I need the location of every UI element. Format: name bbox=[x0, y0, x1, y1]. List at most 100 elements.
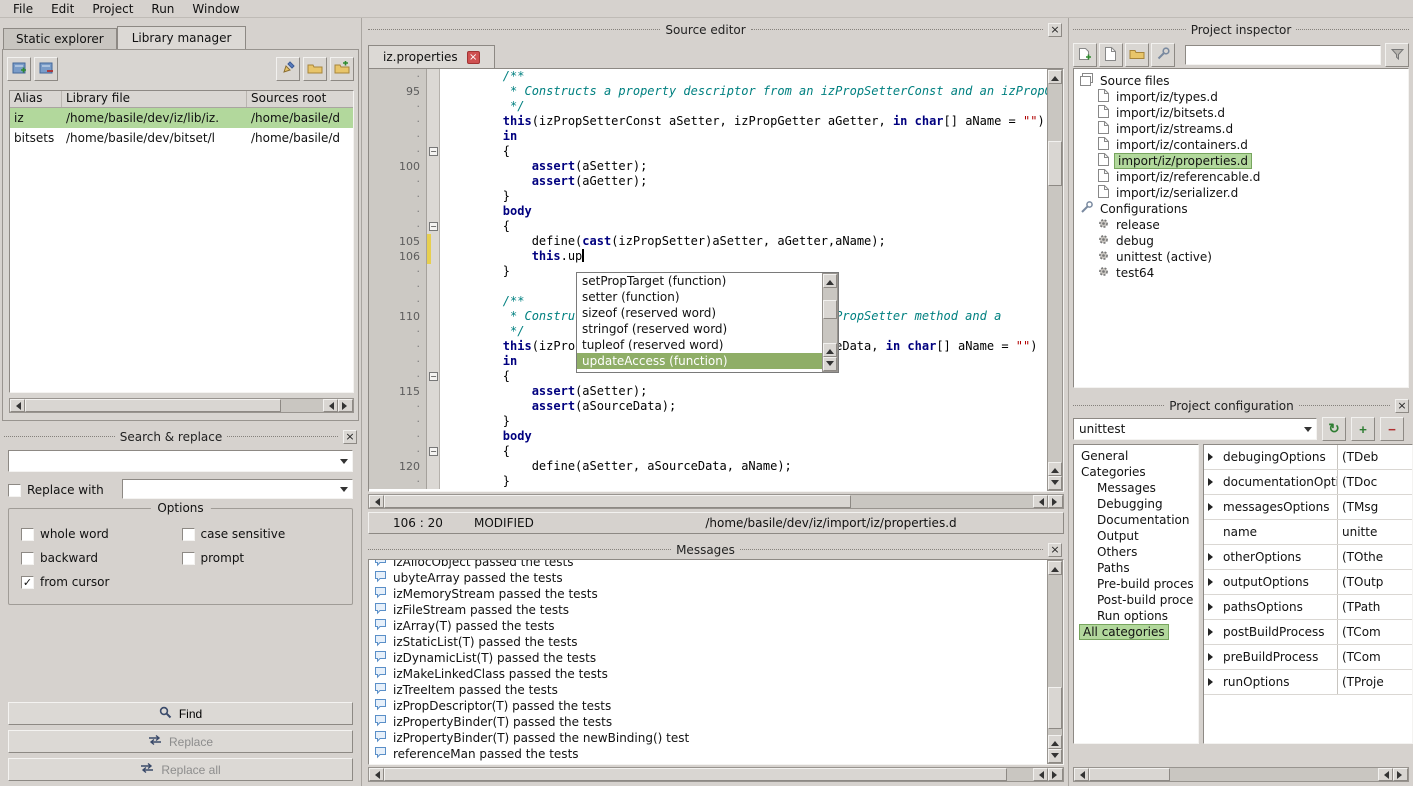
completion-item[interactable]: updateAccess (function) bbox=[577, 353, 822, 369]
messages-panel-close-icon[interactable]: × bbox=[1048, 543, 1062, 557]
library-column-header[interactable]: Sources root bbox=[247, 91, 354, 107]
scroll-left-button[interactable] bbox=[1074, 768, 1089, 781]
scroll-left-button[interactable] bbox=[323, 399, 338, 412]
scroll-up-button[interactable] bbox=[1048, 561, 1062, 575]
property-expander[interactable] bbox=[1204, 470, 1220, 494]
scroll-track[interactable] bbox=[25, 399, 323, 412]
editor-line[interactable]: 100 assert(aSetter); bbox=[369, 159, 1047, 174]
editor-line[interactable]: 95 * Constructs a property descriptor fr… bbox=[369, 84, 1047, 99]
config-category[interactable]: Post-build proce bbox=[1074, 592, 1198, 608]
tab-close-icon[interactable]: × bbox=[467, 51, 480, 64]
editor-hscrollbar[interactable] bbox=[368, 494, 1064, 509]
config-category[interactable]: General bbox=[1074, 448, 1198, 464]
add-library-button[interactable] bbox=[7, 57, 31, 81]
fold-collapse-icon[interactable]: − bbox=[429, 447, 438, 456]
property-row[interactable]: outputOptions(TOutp bbox=[1204, 570, 1412, 595]
scroll-up-button[interactable] bbox=[823, 274, 837, 288]
message-item[interactable]: ubyteArray passed the tests bbox=[369, 570, 1047, 586]
project-tools-button[interactable] bbox=[1151, 43, 1175, 67]
scroll-thumb[interactable] bbox=[1089, 768, 1170, 781]
fold-collapse-icon[interactable]: − bbox=[429, 372, 438, 381]
scroll-left-button[interactable] bbox=[10, 399, 25, 412]
find-button[interactable]: Find bbox=[8, 702, 353, 725]
library-column-header[interactable]: Library file bbox=[62, 91, 247, 107]
scroll-up-button[interactable] bbox=[823, 343, 837, 357]
editor-line[interactable]: 105 define(cast(izPropSetter)aSetter, aG… bbox=[369, 234, 1047, 249]
library-table-hscrollbar[interactable] bbox=[9, 398, 354, 413]
message-item[interactable]: izAllocObject passed the tests bbox=[369, 559, 1047, 570]
scroll-thumb[interactable] bbox=[1048, 687, 1062, 729]
scroll-track[interactable] bbox=[1048, 575, 1062, 735]
edit-library-button[interactable] bbox=[276, 57, 300, 81]
open-folder-button[interactable] bbox=[1125, 43, 1149, 67]
tab-static-explorer[interactable]: Static explorer bbox=[3, 28, 117, 49]
editor-line[interactable]: · assert(aGetter); bbox=[369, 174, 1047, 189]
editor-line[interactable]: ·− { bbox=[369, 144, 1047, 159]
tree-item[interactable]: import/iz/referencable.d bbox=[1074, 169, 1408, 185]
scroll-left-button[interactable] bbox=[1033, 495, 1048, 508]
property-expander[interactable] bbox=[1204, 670, 1220, 694]
editor-line[interactable]: · in bbox=[369, 129, 1047, 144]
property-row[interactable]: pathsOptions(TPath bbox=[1204, 595, 1412, 620]
editor-line[interactable]: ·− { bbox=[369, 444, 1047, 459]
tree-item[interactable]: import/iz/properties.d bbox=[1074, 153, 1408, 169]
editor-line[interactable]: · assert(aSourceData); bbox=[369, 399, 1047, 414]
expand-arrow-icon[interactable] bbox=[1208, 553, 1217, 561]
property-row[interactable]: otherOptions(TOthe bbox=[1204, 545, 1412, 570]
message-item[interactable]: izPropertyBinder(T) passed the newBindin… bbox=[369, 730, 1047, 746]
editor-line[interactable]: 115 assert(aSetter); bbox=[369, 384, 1047, 399]
add-source-button[interactable] bbox=[1073, 43, 1097, 67]
property-row[interactable]: debugingOptions(TDeb bbox=[1204, 445, 1412, 470]
editor-line[interactable]: · body bbox=[369, 204, 1047, 219]
scroll-track[interactable] bbox=[1089, 768, 1378, 781]
property-expander[interactable] bbox=[1204, 645, 1220, 669]
config-category[interactable]: Paths bbox=[1074, 560, 1198, 576]
property-row[interactable]: messagesOptions(TMsg bbox=[1204, 495, 1412, 520]
property-value[interactable]: (TDeb bbox=[1338, 445, 1412, 469]
library-row[interactable]: iz/home/basile/dev/iz/lib/iz./home/basil… bbox=[10, 108, 353, 128]
expand-arrow-icon[interactable] bbox=[1208, 678, 1217, 686]
property-row[interactable]: documentationOpti(TDoc bbox=[1204, 470, 1412, 495]
scroll-down-button[interactable] bbox=[1048, 476, 1062, 490]
editor-line[interactable]: · } bbox=[369, 414, 1047, 429]
editor-line[interactable]: · this(izPropSetterConst aSetter, izProp… bbox=[369, 114, 1047, 129]
property-expander[interactable] bbox=[1204, 620, 1220, 644]
expand-arrow-icon[interactable] bbox=[1208, 653, 1217, 661]
completion-item[interactable]: sizeof (reserved word) bbox=[577, 305, 822, 321]
scroll-thumb[interactable] bbox=[823, 300, 837, 319]
property-expander[interactable] bbox=[1204, 545, 1220, 569]
project-configuration-close-icon[interactable]: × bbox=[1395, 399, 1409, 413]
message-item[interactable]: izDynamicList(T) passed the tests bbox=[369, 650, 1047, 666]
tree-item[interactable]: Source files bbox=[1074, 73, 1408, 89]
expand-arrow-icon[interactable] bbox=[1208, 478, 1217, 486]
expand-arrow-icon[interactable] bbox=[1208, 628, 1217, 636]
message-item[interactable]: izPropDescriptor(T) passed the tests bbox=[369, 698, 1047, 714]
menu-run[interactable]: Run bbox=[142, 1, 183, 17]
fold-collapse-icon[interactable]: − bbox=[429, 222, 438, 231]
config-hscrollbar[interactable] bbox=[1073, 767, 1409, 782]
property-expander[interactable] bbox=[1204, 495, 1220, 519]
message-item[interactable]: izPropertyBinder(T) passed the tests bbox=[369, 714, 1047, 730]
editor-line[interactable]: · body bbox=[369, 429, 1047, 444]
completion-item[interactable]: stringof (reserved word) bbox=[577, 321, 822, 337]
add-folder-button[interactable] bbox=[330, 57, 354, 81]
scroll-left-button[interactable] bbox=[1378, 768, 1393, 781]
editor-vscrollbar[interactable] bbox=[1047, 69, 1063, 491]
message-item[interactable]: izTreeItem passed the tests bbox=[369, 682, 1047, 698]
menu-project[interactable]: Project bbox=[83, 1, 142, 17]
tree-item[interactable]: import/iz/bitsets.d bbox=[1074, 105, 1408, 121]
scroll-down-button[interactable] bbox=[1048, 749, 1062, 763]
property-value[interactable]: unitte bbox=[1338, 520, 1412, 544]
scroll-up-button[interactable] bbox=[1048, 735, 1062, 749]
completion-item[interactable]: setPropTarget (function) bbox=[577, 273, 822, 289]
property-value[interactable]: (TOthe bbox=[1338, 545, 1412, 569]
search-term-combobox[interactable] bbox=[8, 450, 353, 472]
expand-arrow-icon[interactable] bbox=[1208, 603, 1217, 611]
editor-line[interactable]: 106 this.up bbox=[369, 249, 1047, 264]
case-sensitive-checkbox[interactable] bbox=[182, 528, 195, 541]
fold-collapse-icon[interactable]: − bbox=[429, 147, 438, 156]
property-value[interactable]: (TPath bbox=[1338, 595, 1412, 619]
message-item[interactable]: izStaticList(T) passed the tests bbox=[369, 634, 1047, 650]
messages-vscrollbar[interactable] bbox=[1047, 560, 1063, 764]
scroll-up-button[interactable] bbox=[1048, 70, 1062, 84]
